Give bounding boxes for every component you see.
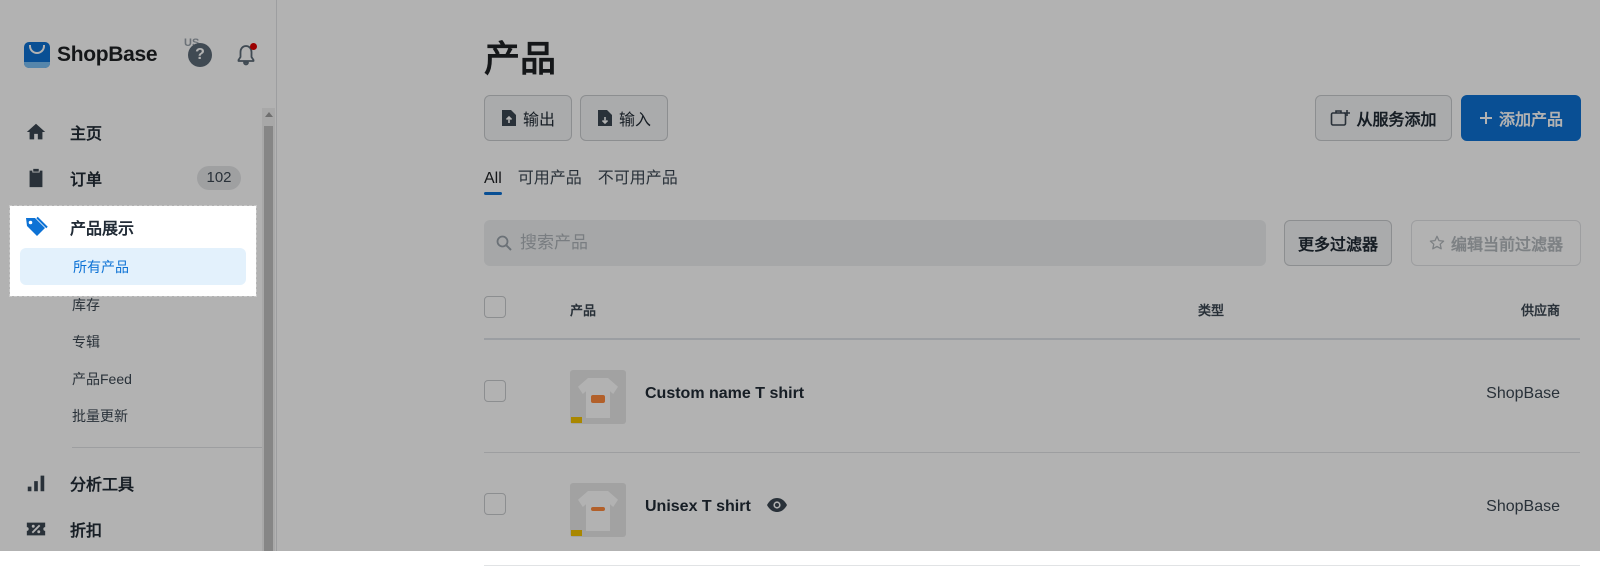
search-bar xyxy=(484,220,1266,266)
tag-icon xyxy=(24,215,48,239)
bell-icon[interactable] xyxy=(234,43,258,67)
product-name[interactable]: Custom name T shirt xyxy=(645,385,804,403)
thumbnail-tag xyxy=(571,417,582,423)
sidebar-item-orders[interactable]: 订单 102 xyxy=(24,163,244,193)
add-product-label: 添加产品 xyxy=(1498,112,1563,129)
product-vendor: ShopBase xyxy=(1486,498,1560,515)
shopbase-bag-icon xyxy=(24,42,50,68)
table-row[interactable]: Custom name T shirt ShopBase xyxy=(484,340,1580,453)
sidebar-item-home[interactable]: 主页 xyxy=(24,117,244,147)
sidebar-item-products[interactable]: 产品展示 xyxy=(24,212,134,242)
briefcase-plus-icon xyxy=(1330,109,1351,127)
product-vendor: ShopBase xyxy=(1486,385,1560,402)
column-header-vendor[interactable]: 供应商 xyxy=(1521,300,1560,319)
brand-logo[interactable]: ShopBase US xyxy=(24,37,199,69)
sidebar-item-label: 折扣 xyxy=(70,523,103,540)
product-tabs: All 可用产品 不可用产品 xyxy=(484,169,694,195)
discount-icon xyxy=(24,517,48,541)
table-header: 产品 类型 供应商 xyxy=(484,292,1580,340)
file-import-icon xyxy=(597,109,613,127)
sidebar-subitem-collections[interactable]: 专辑 xyxy=(72,332,100,352)
sidebar-item-label: 订单 xyxy=(70,172,103,189)
home-icon xyxy=(24,120,48,144)
more-filters-button[interactable]: 更多过滤器 xyxy=(1284,220,1392,266)
row-checkbox[interactable] xyxy=(484,380,506,402)
edit-filter-label: 编辑当前过滤器 xyxy=(1450,237,1563,254)
add-from-service-label: 从服务添加 xyxy=(1356,112,1437,129)
sidebar-item-label: 产品展示 xyxy=(70,221,135,238)
sidebar-item-discounts[interactable]: 折扣 xyxy=(24,514,244,544)
sidebar-subitem-product-feed[interactable]: 产品Feed xyxy=(72,369,132,389)
sidebar-subitem-all-products[interactable]: 所有产品 xyxy=(20,248,246,285)
tour-highlight-products: 产品展示 所有产品 xyxy=(9,205,257,297)
sidebar-divider xyxy=(72,447,262,448)
select-all-checkbox[interactable] xyxy=(484,296,506,318)
more-filters-label: 更多过滤器 xyxy=(1297,237,1378,254)
sidebar-subitem-bulk-update[interactable]: 批量更新 xyxy=(72,406,128,426)
page-title: 产品 xyxy=(484,38,557,79)
star-icon xyxy=(1429,235,1445,251)
sidebar-subitem-label: 所有产品 xyxy=(73,259,129,275)
brand-name: ShopBase xyxy=(57,43,158,66)
edit-current-filter-button[interactable]: 编辑当前过滤器 xyxy=(1411,220,1581,266)
search-input[interactable] xyxy=(518,232,1222,254)
import-button[interactable]: 输入 xyxy=(580,95,668,141)
row-checkbox[interactable] xyxy=(484,493,506,515)
file-export-icon xyxy=(501,109,517,127)
sidebar-scrollbar[interactable] xyxy=(262,108,275,551)
scroll-up-icon[interactable] xyxy=(265,112,273,117)
clipboard-icon xyxy=(24,166,48,190)
add-product-button[interactable]: 添加产品 xyxy=(1461,95,1581,141)
sidebar-item-label: 主页 xyxy=(70,126,103,143)
tshirt-image xyxy=(578,491,618,531)
sidebar-item-analytics[interactable]: 分析工具 xyxy=(24,468,244,498)
scrollbar-thumb[interactable] xyxy=(264,126,273,551)
tshirt-print-graphic xyxy=(591,507,605,511)
product-name[interactable]: Unisex T shirt xyxy=(645,498,751,516)
plus-icon xyxy=(1479,111,1493,125)
tab-all[interactable]: All xyxy=(484,169,502,195)
product-thumbnail[interactable] xyxy=(570,483,626,537)
column-header-type[interactable]: 类型 xyxy=(1198,300,1224,319)
orders-count-badge: 102 xyxy=(197,166,241,190)
export-label: 输出 xyxy=(522,112,555,129)
tab-unavailable[interactable]: 不可用产品 xyxy=(598,169,678,195)
sidebar-item-label: 分析工具 xyxy=(70,477,135,494)
product-thumbnail[interactable] xyxy=(570,370,626,424)
import-label: 输入 xyxy=(618,112,651,129)
add-from-service-button[interactable]: 从服务添加 xyxy=(1315,95,1452,141)
tshirt-print-graphic xyxy=(591,395,605,403)
notification-dot xyxy=(250,43,257,50)
help-circle-icon[interactable]: ? xyxy=(188,43,212,67)
tab-available[interactable]: 可用产品 xyxy=(518,169,582,195)
bar-chart-icon xyxy=(24,471,48,495)
export-button[interactable]: 输出 xyxy=(484,95,572,141)
thumbnail-tag xyxy=(571,530,582,536)
table-row[interactable]: Unisex T shirt ShopBase xyxy=(484,453,1580,566)
column-header-product[interactable]: 产品 xyxy=(570,300,596,319)
eye-icon[interactable] xyxy=(766,497,788,513)
search-icon xyxy=(496,235,512,251)
sidebar-subitem-inventory[interactable]: 库存 xyxy=(72,295,100,315)
